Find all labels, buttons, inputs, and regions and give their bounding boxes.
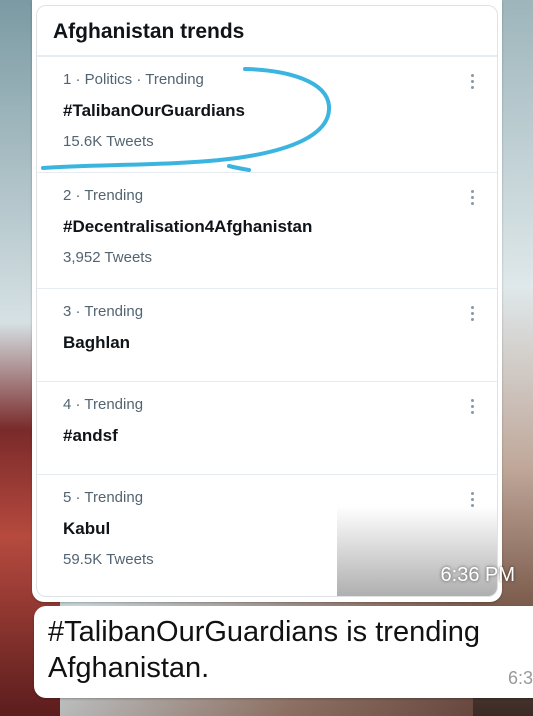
message-line: #TalibanOurGuardians is trending [48,616,481,648]
message-time: 6:3 [507,668,533,688]
more-options-icon[interactable] [469,303,475,323]
trend-meta: 2 · Trending [63,187,144,204]
more-options-icon[interactable] [469,396,475,416]
trend-meta: 4 · Trending [63,396,144,413]
trend-name: Kabul [63,519,111,538]
trend-name: Baghlan [63,333,131,352]
trend-item[interactable]: 3 · Trending Baghlan [37,288,497,381]
image-timestamp: 6:36 PM [440,564,515,586]
trend-name: #Decentralisation4Afghanistan [63,217,313,236]
trend-count: 15.6K Tweets [63,133,154,150]
trends-panel-title: Afghanistan trends [53,20,245,43]
more-options-icon[interactable] [469,71,475,91]
trend-count: 59.5K Tweets [63,551,154,568]
trend-meta: 5 · Trending [63,489,144,506]
trend-meta: 3 · Trending [63,303,144,320]
text-message-bubble[interactable]: #TalibanOurGuardians is trending Afghani… [34,606,533,698]
trend-name: #TalibanOurGuardians [63,101,246,120]
trend-meta: 1 · Politics · Trending [63,71,204,88]
more-options-icon[interactable] [469,187,475,207]
trend-item[interactable]: 4 · Trending #andsf [37,381,497,474]
trend-name: #andsf [63,426,118,445]
trend-count: 3,952 Tweets [63,249,152,266]
message-text: #TalibanOurGuardians is trending Afghani… [48,614,480,686]
trend-item[interactable]: 2 · Trending #Decentralisation4Afghanist… [37,172,497,288]
trend-item[interactable]: 1 · Politics · Trending #TalibanOurGuard… [37,56,497,172]
message-line: Afghanistan. [48,652,210,684]
trends-screenshot[interactable]: Afghanistan trends 1 · Politics · Trendi… [36,5,498,597]
